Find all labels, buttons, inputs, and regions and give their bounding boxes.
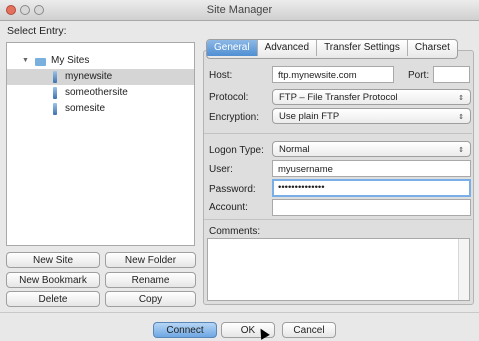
protocol-select-value: FTP – File Transfer Protocol: [279, 92, 398, 103]
logon-type-select[interactable]: Normal ⇕: [272, 141, 471, 157]
user-input[interactable]: myusername: [272, 160, 471, 177]
encryption-select-value: Use plain FTP: [279, 111, 340, 122]
tab-charset[interactable]: Charset: [406, 40, 457, 56]
updown-arrows-icon: ⇕: [458, 114, 464, 121]
tree-item-label: someothersite: [65, 87, 128, 98]
delete-button[interactable]: Delete: [6, 291, 100, 307]
logon-type-select-value: Normal: [279, 144, 310, 155]
folder-icon: [35, 58, 46, 66]
window-title: Site Manager: [206, 4, 273, 16]
account-label: Account:: [209, 202, 248, 213]
server-icon: [53, 87, 57, 99]
tree-item-someothersite[interactable]: someothersite: [7, 85, 194, 101]
password-input[interactable]: ••••••••••••••: [272, 179, 471, 197]
tab-advanced[interactable]: Advanced: [256, 40, 316, 56]
comments-label: Comments:: [209, 226, 261, 237]
protocol-select[interactable]: FTP – File Transfer Protocol ⇕: [272, 89, 471, 105]
encryption-select[interactable]: Use plain FTP ⇕: [272, 108, 471, 124]
new-bookmark-button[interactable]: New Bookmark: [6, 272, 100, 288]
server-icon: [53, 103, 57, 115]
site-tree[interactable]: ▼ My Sites mynewsite someothersite somes…: [6, 42, 195, 246]
tree-item-mynewsite[interactable]: mynewsite: [7, 69, 194, 85]
comments-scrollbar[interactable]: [458, 239, 469, 300]
tab-bar: General Advanced Transfer Settings Chars…: [206, 39, 458, 59]
tree-item-label: mynewsite: [65, 71, 113, 82]
footer-divider: [0, 312, 479, 313]
tree-root-label: My Sites: [51, 55, 90, 66]
user-label: User:: [209, 164, 233, 175]
disclosure-triangle-icon[interactable]: ▼: [22, 53, 29, 69]
logon-type-label: Logon Type:: [209, 145, 264, 156]
port-label: Port:: [408, 70, 430, 81]
password-label: Password:: [209, 184, 256, 195]
divider: [204, 219, 472, 220]
server-icon: [53, 71, 57, 83]
tab-transfer-settings[interactable]: Transfer Settings: [316, 40, 407, 56]
cancel-button[interactable]: Cancel: [282, 322, 336, 338]
new-site-button[interactable]: New Site: [6, 252, 100, 268]
select-entry-label: Select Entry:: [7, 25, 67, 37]
copy-button[interactable]: Copy: [105, 291, 196, 307]
divider: [204, 133, 472, 134]
tree-item-label: somesite: [65, 103, 106, 114]
updown-arrows-icon: ⇕: [458, 95, 464, 102]
port-input[interactable]: [433, 66, 470, 83]
encryption-label: Encryption:: [209, 112, 260, 123]
connect-button[interactable]: Connect: [153, 322, 217, 338]
tree-root-my-sites[interactable]: ▼ My Sites: [7, 53, 194, 69]
comments-textarea[interactable]: [207, 238, 470, 301]
host-input[interactable]: ftp.mynewsite.com: [272, 66, 394, 83]
rename-button[interactable]: Rename: [105, 272, 196, 288]
host-label: Host:: [209, 70, 233, 81]
account-input[interactable]: [272, 199, 471, 216]
protocol-label: Protocol:: [209, 92, 249, 103]
updown-arrows-icon: ⇕: [458, 147, 464, 154]
tab-general[interactable]: General: [207, 40, 257, 56]
new-folder-button[interactable]: New Folder: [105, 252, 196, 268]
tree-item-somesite[interactable]: somesite: [7, 101, 194, 117]
